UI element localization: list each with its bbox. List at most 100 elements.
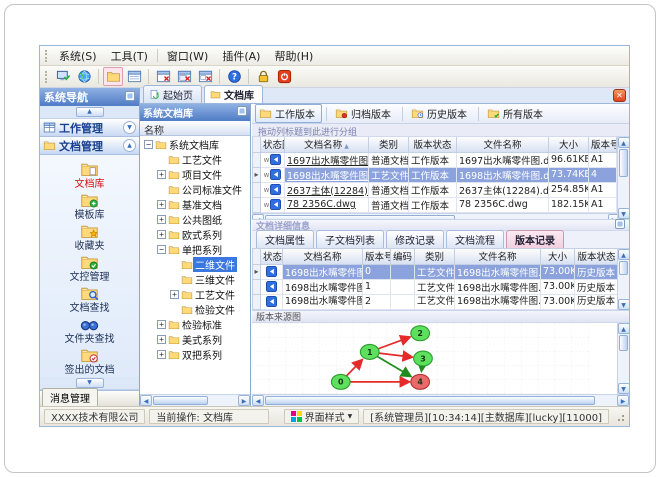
menu-item-4[interactable]: 帮助(H) xyxy=(267,46,320,66)
lock-icon[interactable] xyxy=(253,67,273,86)
column-header-版本状态[interactable]: 版本状态 xyxy=(574,249,617,265)
table-cell[interactable]: 1698出水嘴零件图.dwg xyxy=(284,166,369,183)
scroll-down-icon[interactable]: ▼ xyxy=(617,383,630,394)
versions-table-vscrollbar[interactable]: ▲ ▼ xyxy=(617,249,630,310)
graph-vscrollbar[interactable]: ▲ ▼ xyxy=(617,323,630,394)
menu-item-3[interactable]: 插件(A) xyxy=(215,46,267,66)
workspace-icon[interactable] xyxy=(124,67,144,86)
column-header-状态图[interactable]: 状态图 xyxy=(260,137,285,153)
tree-node-工艺文件[interactable]: 工艺文件 xyxy=(140,152,250,167)
table-row[interactable]: ▸1698出水嘴零件图.dwg0工艺文件1698出水嘴零件图.dwg73.00K… xyxy=(252,263,617,280)
details-tab-文档属性[interactable]: 文档属性 xyxy=(256,230,314,248)
pin-icon[interactable] xyxy=(237,106,247,119)
pin-icon[interactable] xyxy=(615,218,625,232)
menu-item-0[interactable]: 系统(S) xyxy=(52,46,104,66)
chevron-down-icon[interactable]: ▼ xyxy=(123,121,136,134)
tree-node-检验标准[interactable]: + 检验标准 xyxy=(140,317,250,332)
sidebar-item-文档查找[interactable]: 文档查找 xyxy=(44,283,136,314)
tab-文档库[interactable]: 文档库 xyxy=(204,85,263,103)
sidebar-item-文档库[interactable]: 文档库 xyxy=(44,159,136,190)
close-all-icon[interactable] xyxy=(174,67,194,86)
tree-expander-minus[interactable]: − xyxy=(144,140,153,149)
button-工作版本[interactable]: 工作版本 xyxy=(255,104,322,123)
table-cell[interactable]: 78 2356C.dwg xyxy=(284,196,369,213)
graph-node-3[interactable]: 3 xyxy=(413,350,433,367)
table-row[interactable]: w1697出水嘴零件图.dwg普通文档工作版本1697出水嘴零件图.dwg96.… xyxy=(252,151,617,168)
desktop-icon[interactable] xyxy=(53,67,73,86)
tree-node-公共图纸[interactable]: + 公共图纸 xyxy=(140,212,250,227)
tree-node-检验文件[interactable]: 检验文件 xyxy=(140,302,250,317)
scroll-thumb[interactable] xyxy=(619,261,628,275)
column-header-编码[interactable]: 编码 xyxy=(390,249,415,265)
scroll-left-icon[interactable]: ◀ xyxy=(140,395,152,406)
details-tab-子文档列表[interactable]: 子文档列表 xyxy=(316,230,384,248)
tree-expander-plus[interactable]: + xyxy=(157,230,166,239)
browser-icon[interactable] xyxy=(74,67,94,86)
column-header-文档名称[interactable]: 文档名称 ▲ xyxy=(284,137,369,153)
tree-hscrollbar[interactable]: ◀ ▶ xyxy=(140,394,250,406)
tree-expander-minus[interactable]: − xyxy=(157,245,166,254)
resize-grip[interactable] xyxy=(615,411,625,422)
tree-node-公司标准文件[interactable]: 公司标准文件 xyxy=(140,182,250,197)
tree-node-工艺文件[interactable]: + 工艺文件 xyxy=(140,287,250,302)
button-归档版本[interactable]: 归档版本 xyxy=(331,104,398,123)
scroll-up-icon[interactable]: ▲ xyxy=(617,249,630,260)
graph-node-4[interactable]: 4 xyxy=(410,373,431,390)
button-所有版本[interactable]: 所有版本 xyxy=(483,104,550,123)
scroll-down-icon[interactable]: ▼ xyxy=(617,208,630,219)
sidebar-item-文控管理[interactable]: 文控管理 xyxy=(44,252,136,283)
graph-node-0[interactable]: 0 xyxy=(330,373,351,390)
graph-hscrollbar[interactable]: ◀ ▶ xyxy=(252,394,629,406)
table-row[interactable]: 1698出水嘴零件图.dwg2工艺文件1698出水嘴零件图.dwg73.00KB… xyxy=(252,293,617,310)
tree-expander-plus[interactable]: + xyxy=(157,335,166,344)
tree-expander-plus[interactable]: + xyxy=(157,215,166,224)
table-row[interactable]: ▸w1698出水嘴零件图.dwg工艺文件工作版本1698出水嘴零件图.dwg73… xyxy=(252,166,617,183)
tab-message-management[interactable]: 消息管理 xyxy=(42,388,98,406)
scroll-right-icon[interactable]: ▶ xyxy=(617,395,629,406)
column-header-状态图[interactable]: 状态图 xyxy=(260,249,283,265)
tree-node-双把系列[interactable]: + 双把系列 xyxy=(140,347,250,362)
documents-table-vscrollbar[interactable]: ▲ ▼ xyxy=(617,137,630,219)
scroll-thumb[interactable] xyxy=(619,149,628,177)
column-header-版本状态[interactable]: 版本状态 xyxy=(408,137,457,153)
scroll-thumb[interactable] xyxy=(153,396,208,405)
scroll-thumb[interactable] xyxy=(619,335,628,351)
tree-node-美式系列[interactable]: + 美式系列 xyxy=(140,332,250,347)
menu-item-1[interactable]: 工具(T) xyxy=(104,46,155,66)
column-header-文件名称[interactable]: 文件名称 xyxy=(454,249,541,265)
ui-style-button[interactable]: 界面样式 ▼ xyxy=(283,409,360,424)
details-tab-文档流程[interactable]: 文档流程 xyxy=(446,230,504,248)
tree-expander-plus[interactable]: + xyxy=(157,350,166,359)
chevron-up-icon[interactable]: ▲ xyxy=(123,139,136,152)
tree-node-欧式系列[interactable]: + 欧式系列 xyxy=(140,227,250,242)
tree-node-二维文件[interactable]: 二维文件 xyxy=(140,257,250,272)
column-header-大小[interactable]: 大小 xyxy=(548,137,589,153)
column-header-版本号[interactable]: 版本号 xyxy=(362,249,391,265)
close-doc-icon[interactable] xyxy=(153,67,173,86)
tree-expander-plus[interactable]: + xyxy=(157,170,166,179)
tree-expander-plus[interactable]: + xyxy=(157,320,166,329)
pin-icon[interactable] xyxy=(125,90,135,104)
tree-column-header[interactable]: 名称 xyxy=(140,121,250,137)
column-header-大小[interactable]: 大小 xyxy=(540,249,575,265)
column-header-类别[interactable]: 类别 xyxy=(414,249,455,265)
sidebar-group-1[interactable]: 文档管理 ▲ xyxy=(40,137,139,155)
menu-item-2[interactable]: 窗口(W) xyxy=(160,46,215,66)
scroll-down-icon[interactable]: ▼ xyxy=(617,299,630,310)
column-header-版本号[interactable]: 版本号 xyxy=(588,137,617,153)
tree-node-单把系列[interactable]: − 单把系列 xyxy=(140,242,250,257)
tree-expander-plus[interactable]: + xyxy=(170,290,179,299)
tree-node-基准文档[interactable]: + 基准文档 xyxy=(140,197,250,212)
sidebar-item-模板库[interactable]: 模板库 xyxy=(44,190,136,221)
open-library-icon[interactable] xyxy=(103,67,123,86)
close-icon[interactable]: ✕ xyxy=(613,89,626,102)
scroll-thumb[interactable] xyxy=(265,396,595,405)
chevron-down-icon[interactable]: ▼ xyxy=(75,378,104,388)
sidebar-group-0[interactable]: 工作管理 ▼ xyxy=(40,119,139,137)
tree-node-三维文件[interactable]: 三维文件 xyxy=(140,272,250,287)
details-tab-修改记录[interactable]: 修改记录 xyxy=(386,230,444,248)
version-graph[interactable]: 0 1 2 3 4 xyxy=(252,323,617,394)
button-历史版本[interactable]: 历史版本 xyxy=(407,104,474,123)
tree-node-项目文件[interactable]: + 项目文件 xyxy=(140,167,250,182)
table-row[interactable]: w78 2356C.dwg普通文档工作版本78 2356C.dwg182.15K… xyxy=(252,196,617,213)
